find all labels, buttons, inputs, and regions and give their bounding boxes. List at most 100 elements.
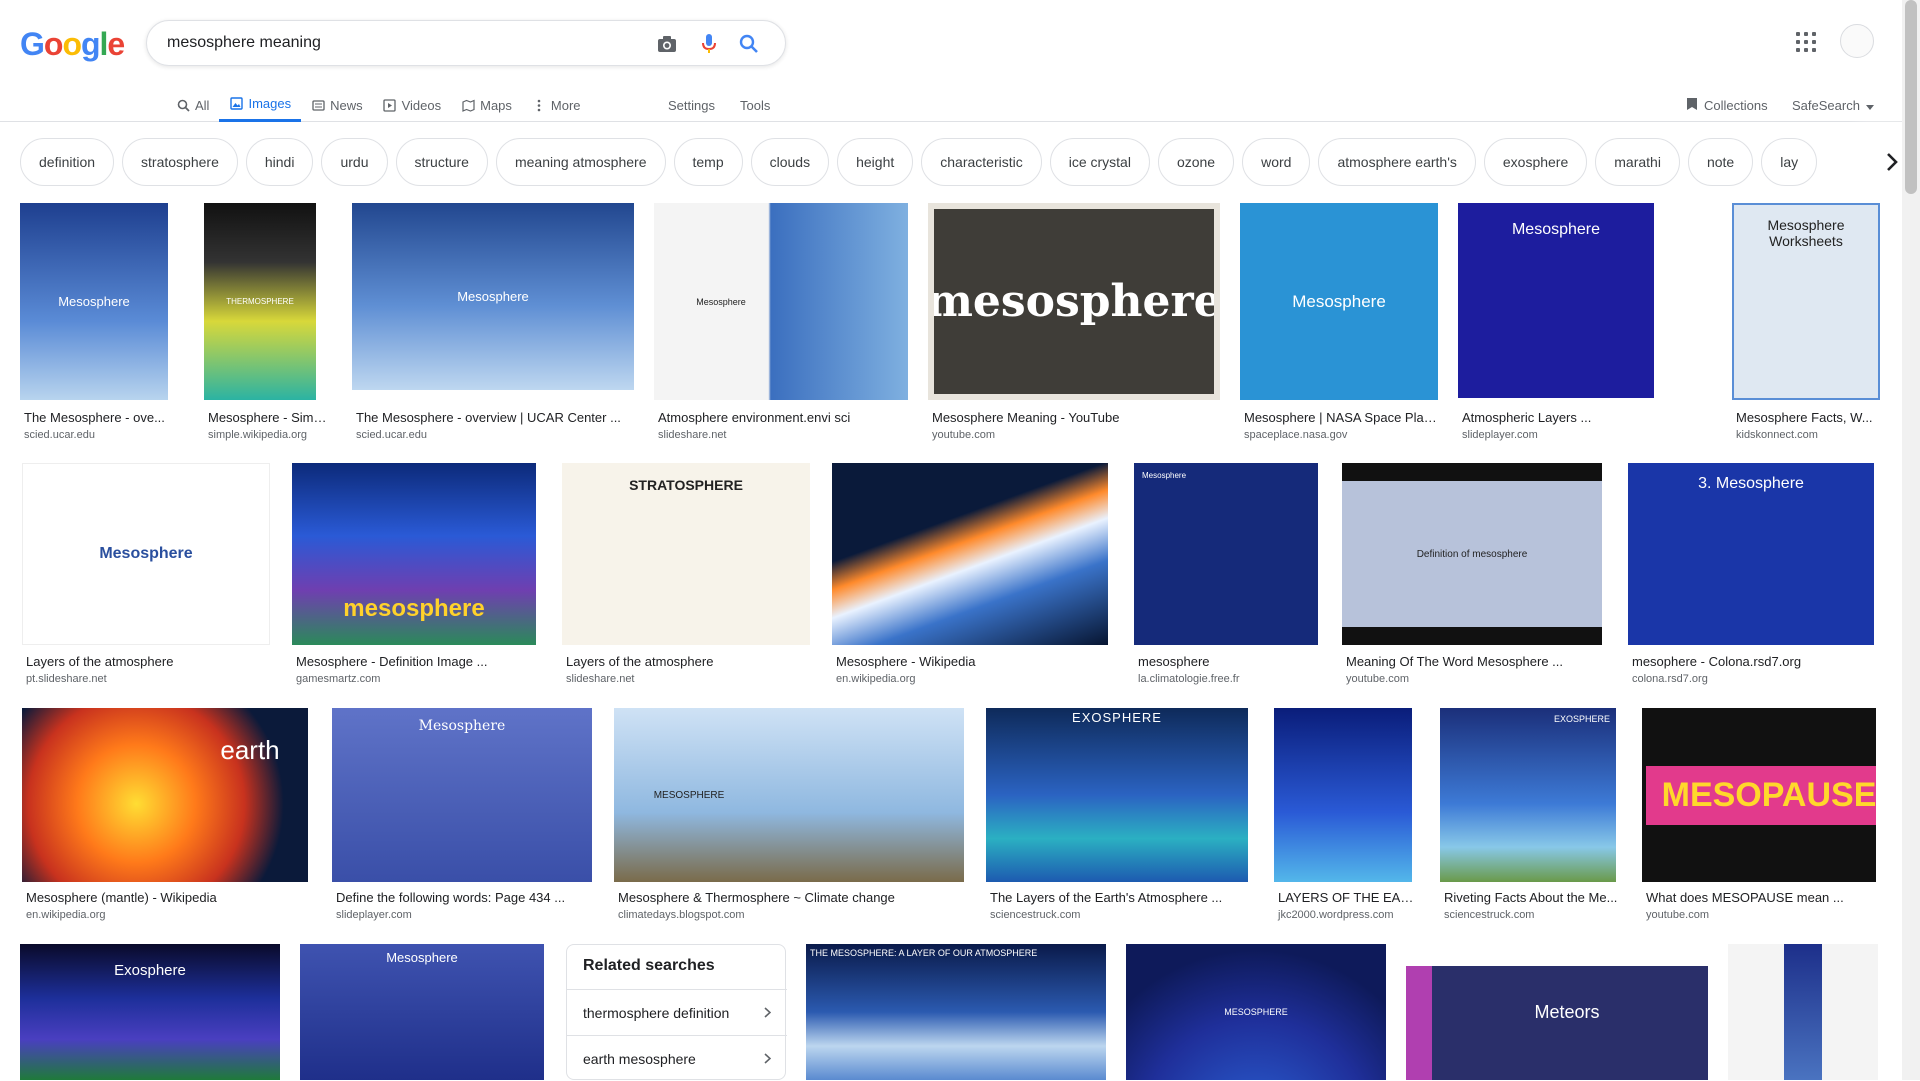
safesearch-button[interactable]: SafeSearch bbox=[1792, 88, 1874, 122]
collections-button[interactable]: Collections bbox=[1686, 88, 1768, 122]
related-search-item[interactable]: earth mesosphere bbox=[567, 1035, 787, 1081]
tab-news[interactable]: News bbox=[301, 88, 373, 122]
image-result[interactable]: EXOSPHERE The Layers of the Earth's Atmo… bbox=[986, 708, 1248, 928]
chip[interactable]: lay bbox=[1761, 138, 1818, 186]
image-result[interactable]: mesosphere Mesosphere Meaning - YouTube … bbox=[928, 203, 1220, 443]
apps-grid-icon[interactable] bbox=[1796, 32, 1816, 52]
chip[interactable]: note bbox=[1687, 138, 1754, 186]
image-result[interactable]: EXOSPHERE Riveting Facts About the Me...… bbox=[1440, 708, 1618, 928]
avatar[interactable] bbox=[1840, 24, 1874, 58]
tab-label: Maps bbox=[480, 97, 512, 113]
image-result[interactable]: Meteors bbox=[1406, 944, 1708, 1080]
settings-link[interactable]: Settings bbox=[668, 88, 715, 122]
thumb-label: STRATOSPHERE bbox=[629, 477, 743, 493]
image-result[interactable]: MESOSPHERE bbox=[1126, 944, 1386, 1080]
image-result[interactable]: Mesosphere The Mesosphere - ove... scied… bbox=[20, 203, 168, 443]
result-thumbnail: mesosphere bbox=[928, 203, 1220, 400]
result-thumbnail: Mesosphere Worksheets bbox=[1732, 203, 1880, 400]
result-thumbnail: THE MESOSPHERE: A LAYER OF OUR ATMOSPHER… bbox=[806, 944, 1106, 1080]
more-vert-icon bbox=[532, 98, 546, 112]
chip[interactable]: characteristic bbox=[921, 138, 1042, 186]
chip[interactable]: definition bbox=[20, 138, 115, 186]
chip[interactable]: stratosphere bbox=[122, 138, 238, 186]
image-result[interactable]: Mesosphere mesosphere la.climatologie.fr… bbox=[1134, 463, 1318, 693]
image-result[interactable]: MESOPAUSE What does MESOPAUSE mean ... y… bbox=[1642, 708, 1878, 928]
google-logo[interactable]: Google bbox=[20, 26, 125, 63]
scrollbar-thumb[interactable] bbox=[1905, 0, 1917, 194]
image-result[interactable]: LAYERS OF THE EAR... jkc2000.wordpress.c… bbox=[1274, 708, 1414, 928]
search-input[interactable] bbox=[167, 31, 627, 55]
chip[interactable]: height bbox=[837, 138, 914, 186]
result-title: Mesosphere - Simple ... bbox=[208, 410, 332, 425]
search-icon[interactable] bbox=[737, 32, 761, 56]
image-result[interactable]: Mesosphere bbox=[300, 944, 544, 1080]
chip[interactable]: atmosphere earth's bbox=[1318, 138, 1476, 186]
result-source: climatedays.blogspot.com bbox=[618, 909, 745, 921]
chip[interactable]: exosphere bbox=[1483, 138, 1588, 186]
result-source: youtube.com bbox=[1346, 673, 1409, 685]
image-result[interactable]: Mesosphere Atmosphere environment.envi s… bbox=[654, 203, 908, 443]
result-source: scied.ucar.edu bbox=[24, 429, 95, 441]
chevron-right-icon bbox=[764, 1051, 772, 1067]
thumb-label: 3. Mesosphere bbox=[1698, 475, 1804, 492]
chip[interactable]: ice crystal bbox=[1049, 138, 1150, 186]
tools-link[interactable]: Tools bbox=[740, 88, 770, 122]
tab-label: Videos bbox=[401, 97, 442, 113]
thumb-label: mesosphere bbox=[343, 595, 485, 622]
related-search-item[interactable]: thermosphere definition bbox=[567, 989, 787, 1035]
image-result[interactable]: Mesosphere Mesosphere | NASA Space Plac.… bbox=[1240, 203, 1438, 443]
image-result[interactable]: Mesosphere - Wikipedia en.wikipedia.org bbox=[832, 463, 1108, 693]
chip[interactable]: marathi bbox=[1595, 138, 1680, 186]
tab-all[interactable]: All bbox=[166, 88, 219, 122]
result-title: Meaning Of The Word Mesosphere ... bbox=[1346, 654, 1564, 669]
tab-maps[interactable]: Maps bbox=[451, 88, 522, 122]
image-result[interactable]: Mesosphere Define the following words: P… bbox=[332, 708, 592, 928]
image-result[interactable]: Exosphere bbox=[20, 944, 280, 1080]
image-result[interactable]: Definition of mesosphere Meaning Of The … bbox=[1342, 463, 1602, 693]
result-title: Layers of the atmosphere bbox=[26, 654, 174, 669]
image-result[interactable]: THERMOSPHERE Mesosphere - Simple ... sim… bbox=[204, 203, 332, 443]
image-result[interactable]: STRATOSPHERE Layers of the atmosphere sl… bbox=[562, 463, 810, 693]
image-result[interactable]: THE MESOSPHERE: A LAYER OF OUR ATMOSPHER… bbox=[806, 944, 1106, 1080]
tab-more[interactable]: More bbox=[522, 88, 591, 122]
result-title: Mesosphere (mantle) - Wikipedia bbox=[26, 890, 217, 905]
chip[interactable]: clouds bbox=[750, 138, 830, 186]
thumb-label: Mesosphere bbox=[418, 718, 506, 734]
image-result[interactable] bbox=[1728, 944, 1878, 1080]
result-source: slideshare.net bbox=[658, 429, 727, 441]
result-source: spaceplace.nasa.gov bbox=[1244, 429, 1348, 441]
image-result[interactable]: Mesosphere Worksheets Mesosphere Facts, … bbox=[1732, 203, 1880, 443]
result-title: Layers of the atmosphere bbox=[566, 654, 714, 669]
image-result[interactable]: mesosphere Mesosphere - Definition Image… bbox=[292, 463, 538, 693]
chip[interactable]: meaning atmosphere bbox=[495, 138, 666, 186]
image-result[interactable]: 3. Mesosphere mesophere - Colona.rsd7.or… bbox=[1628, 463, 1876, 693]
image-result[interactable]: Mesosphere Layers of the atmosphere pt.s… bbox=[22, 463, 270, 693]
result-source: la.climatologie.free.fr bbox=[1138, 673, 1240, 685]
tab-videos[interactable]: Videos bbox=[373, 88, 452, 122]
thumb-label: Mesosphere bbox=[386, 950, 458, 965]
image-result[interactable]: MESOSPHERE Mesosphere & Thermosphere ~ C… bbox=[614, 708, 964, 928]
result-thumbnail: Mesosphere bbox=[1240, 203, 1438, 400]
thumb-label: MESOPAUSE bbox=[1645, 765, 1876, 825]
chip[interactable]: temp bbox=[673, 138, 743, 186]
result-source: sciencestruck.com bbox=[990, 909, 1081, 921]
result-source: youtube.com bbox=[1646, 909, 1709, 921]
search-box bbox=[146, 20, 786, 66]
microphone-icon[interactable] bbox=[697, 32, 721, 56]
image-result[interactable]: Mesosphere Atmospheric Layers ... slidep… bbox=[1458, 203, 1658, 443]
image-result[interactable]: Mesosphere The Mesosphere - overview | U… bbox=[352, 203, 634, 443]
chip[interactable]: urdu bbox=[321, 138, 388, 186]
tab-images[interactable]: Images bbox=[219, 88, 302, 122]
thumb-label: mesosphere bbox=[928, 276, 1220, 327]
result-title: Define the following words: Page 434 ... bbox=[336, 890, 566, 905]
chip[interactable]: word bbox=[1242, 138, 1311, 186]
camera-icon[interactable] bbox=[655, 32, 679, 56]
chip[interactable]: ozone bbox=[1157, 138, 1235, 186]
image-result[interactable]: earth Mesosphere (mantle) - Wikipedia en… bbox=[22, 708, 308, 928]
tab-label: More bbox=[550, 97, 581, 113]
thumb-label: MESOSPHERE bbox=[653, 789, 725, 801]
chip[interactable]: hindi bbox=[245, 138, 314, 186]
logo-letter: G bbox=[20, 26, 45, 62]
thumb-label: Mesosphere bbox=[58, 294, 130, 309]
chip[interactable]: structure bbox=[395, 138, 488, 186]
